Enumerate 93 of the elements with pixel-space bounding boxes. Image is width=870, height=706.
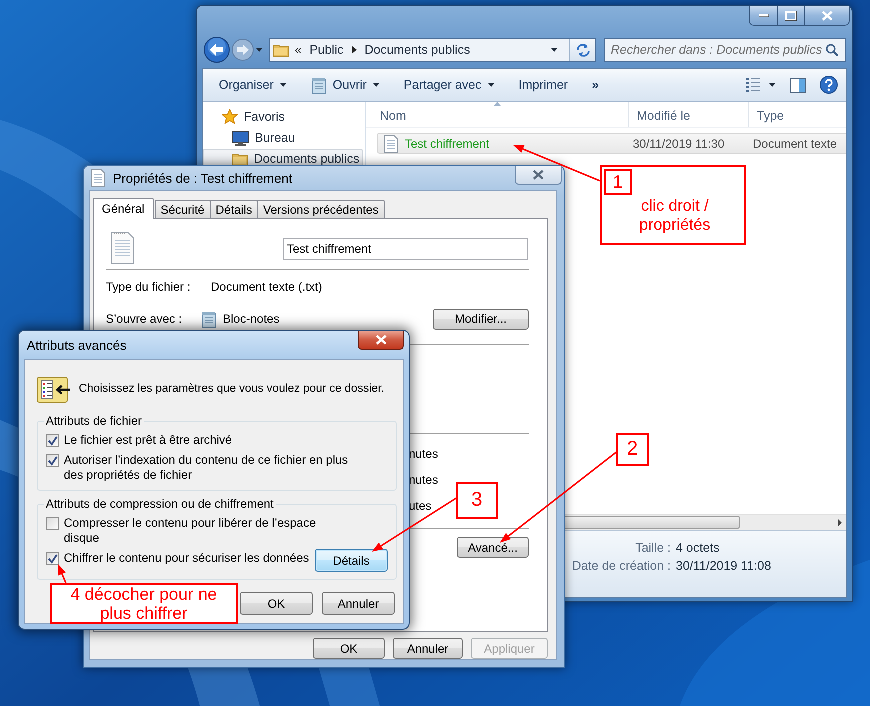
folder-icon <box>273 42 289 58</box>
change-button[interactable]: Modifier... <box>433 308 529 330</box>
notepad-icon <box>310 76 327 94</box>
scroll-right-icon[interactable] <box>838 518 842 526</box>
toolbar-button[interactable]: Ouvrir <box>300 73 390 97</box>
detail-value: 4 octets <box>676 541 721 555</box>
checkbox-label[interactable]: Chiffrer le contenu pour sécuriser les données <box>64 551 310 566</box>
caret-icon <box>372 83 380 87</box>
view-options-icon[interactable] <box>745 77 761 93</box>
dialog-button[interactable]: OK <box>240 592 313 615</box>
breadcrumb-item[interactable]: Public <box>308 43 346 57</box>
group-title: Attributs de fichier <box>45 414 144 428</box>
refresh-icon <box>574 42 590 58</box>
window-title: Propriétés de : Test chiffrement <box>113 170 292 186</box>
caret-icon[interactable] <box>769 83 776 87</box>
dialog-button[interactable]: OK <box>313 638 385 659</box>
field-value: Document texte (.txt) <box>211 280 322 294</box>
search-field[interactable]: Rechercher dans : Documents publics <box>604 38 846 62</box>
field-value: utes <box>409 499 432 513</box>
sidebar-item[interactable]: Favoris <box>203 107 363 127</box>
tab[interactable]: Détails <box>210 200 258 218</box>
checkbox[interactable] <box>46 517 59 530</box>
caret-icon <box>550 48 558 52</box>
annotation-text: clic droit / propriétés <box>638 197 712 235</box>
file-name: Test chiffrement <box>405 136 490 150</box>
close-button[interactable] <box>515 166 562 185</box>
detail-label: Taille : <box>636 541 671 555</box>
notepad-icon <box>201 310 217 328</box>
dialog-button[interactable]: Annuler <box>322 592 395 615</box>
checkbox[interactable] <box>46 434 59 447</box>
detail-value: 30/11/2019 11:08 <box>676 559 772 573</box>
annotation-text: 4 décocher pour ne plus chiffrer <box>50 583 238 624</box>
field-value: nutes <box>409 447 438 461</box>
toolbar-button[interactable]: Organiser <box>209 73 297 97</box>
field-label: Type du fichier : <box>106 280 192 294</box>
file-name-field[interactable]: Test chiffrement <box>283 238 528 260</box>
search-icon <box>825 43 839 57</box>
close-icon <box>533 170 544 180</box>
close-button[interactable] <box>804 6 849 25</box>
toolbar-button[interactable]: Partager avec <box>394 73 505 97</box>
toolbar-button[interactable]: Imprimer <box>508 73 578 97</box>
maximize-icon <box>785 10 797 20</box>
back-button[interactable] <box>204 37 230 63</box>
star-icon <box>222 109 238 125</box>
close-icon <box>822 10 832 20</box>
checkbox-label[interactable]: Autoriser l’indexation du contenu de ce fichier en plus des propriétés de fichier <box>64 453 364 483</box>
detail-label: Date de création : <box>572 559 671 573</box>
table-cell-text: 30/11/2019 11:30 <box>633 136 726 150</box>
overflow-button[interactable]: » <box>582 73 610 97</box>
tab[interactable]: Versions précédentes <box>257 200 385 218</box>
monitor-icon <box>232 130 249 146</box>
caret-icon[interactable] <box>256 48 263 52</box>
close-icon <box>376 335 386 345</box>
close-button[interactable] <box>358 331 404 350</box>
checkbox[interactable] <box>46 454 59 467</box>
group-title: Attributs de compression ou de chiffrement <box>45 497 275 511</box>
tab[interactable]: Sécurité <box>154 200 211 218</box>
maximize-button[interactable] <box>777 6 804 25</box>
text-file-icon <box>110 232 135 264</box>
folder-icon <box>232 151 248 167</box>
annotation-arrow <box>58 564 67 584</box>
table-cell-text: Document texte <box>753 136 838 150</box>
breadcrumb-overflow[interactable]: « <box>295 43 302 57</box>
step-number: 1 <box>604 169 632 195</box>
forward-button[interactable] <box>232 39 254 61</box>
document-icon <box>90 169 106 187</box>
chevron-icon[interactable] <box>352 46 357 54</box>
tab[interactable]: Général <box>93 198 154 219</box>
address-bar[interactable]: « Public Documents publics <box>269 38 596 62</box>
advanced-button[interactable]: Avancé... <box>457 537 529 558</box>
details-button[interactable]: Détails <box>315 549 388 572</box>
step-number: 2 <box>616 433 649 466</box>
checkbox-label[interactable]: Compresser le contenu pour libérer de l’espace disque <box>64 516 326 546</box>
field-label: S’ouvre avec : <box>106 312 184 326</box>
dialog-button[interactable]: Annuler <box>393 638 463 659</box>
refresh-button[interactable] <box>569 39 595 61</box>
field-value: nutes <box>409 473 438 487</box>
preview-pane-icon[interactable] <box>790 78 806 92</box>
window-title: Attributs avancés <box>27 338 127 352</box>
help-icon[interactable] <box>820 76 838 94</box>
step-number: 3 <box>456 482 498 519</box>
minimize-icon <box>758 14 768 17</box>
minimize-button[interactable] <box>750 6 777 25</box>
checkbox[interactable] <box>46 552 59 565</box>
sidebar-item[interactable]: Bureau <box>203 128 363 148</box>
caret-icon <box>488 83 495 87</box>
file-row[interactable]: Test chiffrement 30/11/2019 11:30 Document texte <box>377 133 846 154</box>
field-value: Bloc-notes <box>223 312 280 326</box>
breadcrumb-item[interactable]: Documents publics <box>362 43 472 57</box>
caret-icon <box>280 83 287 87</box>
instruction-text: Choisissez les paramètres que vous voulez pour ce dossier. <box>79 383 385 395</box>
text-file-icon <box>383 134 399 152</box>
checkbox-label[interactable]: Le fichier est prêt à être archivé <box>64 433 232 448</box>
